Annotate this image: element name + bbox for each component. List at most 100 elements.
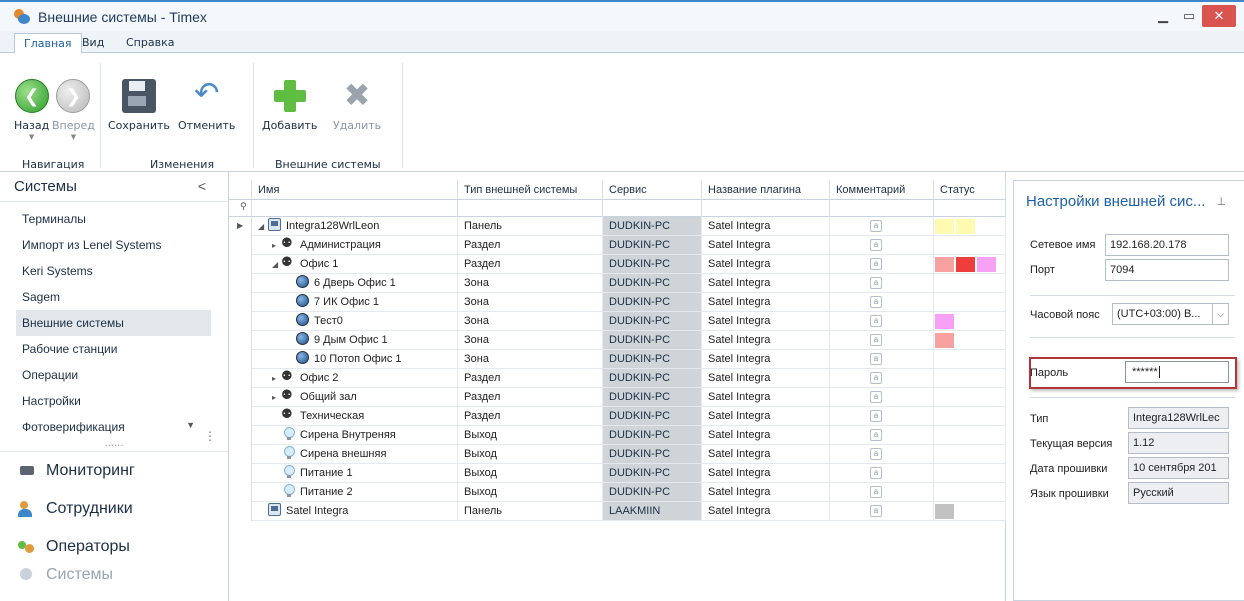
back-dropdown-icon[interactable]: ▼ bbox=[14, 133, 49, 141]
port-field[interactable]: 7094 bbox=[1105, 259, 1229, 281]
cell-type[interactable]: Выход bbox=[458, 426, 603, 445]
cell-service[interactable]: DUDKIN-PC bbox=[603, 274, 702, 293]
back-button[interactable]: ❮ Назад ▼ bbox=[14, 79, 49, 141]
column-name[interactable]: Имя bbox=[252, 180, 458, 200]
cell-comment[interactable]: a bbox=[830, 350, 934, 369]
cell-type[interactable]: Зона bbox=[458, 293, 603, 312]
row-indicator[interactable] bbox=[229, 312, 252, 331]
table-row[interactable]: Питание 2 Выход DUDKIN-PC Satel Integra a bbox=[229, 483, 1006, 502]
table-row[interactable]: ▸АдминистрацияРазделDUDKIN-PCSatel Integ… bbox=[229, 236, 1006, 255]
cell-name[interactable]: ▸Общий зал bbox=[252, 388, 458, 407]
row-indicator[interactable] bbox=[229, 274, 252, 293]
nav-item-terminals[interactable]: Терминалы bbox=[16, 206, 211, 232]
cell-name[interactable]: Сирена Внутреняя bbox=[252, 426, 458, 445]
chevron-down-icon[interactable]: ⌵ bbox=[1212, 304, 1228, 324]
close-icon[interactable]: ✕ bbox=[1202, 5, 1236, 27]
table-row[interactable]: 7 ИК Офис 1 Зона DUDKIN-PC Satel Integra a bbox=[229, 293, 1006, 312]
cell-type[interactable]: Зона bbox=[458, 312, 603, 331]
row-indicator[interactable] bbox=[229, 502, 252, 521]
cell-type[interactable]: Раздел bbox=[458, 369, 603, 388]
comment-edit-icon[interactable]: a bbox=[870, 410, 882, 422]
cell-plugin[interactable]: Satel Integra bbox=[702, 331, 830, 350]
cell-comment[interactable]: a bbox=[830, 426, 934, 445]
tab-home[interactable]: Главная bbox=[14, 33, 82, 53]
minimize-icon[interactable]: ▁ bbox=[1150, 5, 1176, 27]
table-row[interactable]: Satel Integra Панель LAAKMIIN Satel Integra… bbox=[229, 502, 1006, 521]
cell-service[interactable]: DUDKIN-PC bbox=[603, 407, 702, 426]
cell-name[interactable]: ◢Офис 1 bbox=[252, 255, 458, 274]
comment-edit-icon[interactable]: a bbox=[870, 315, 882, 327]
comment-edit-icon[interactable]: a bbox=[870, 429, 882, 441]
comment-edit-icon[interactable]: a bbox=[870, 486, 882, 498]
tab-help[interactable]: Справка bbox=[117, 33, 183, 53]
row-indicator[interactable] bbox=[229, 483, 252, 502]
cell-type[interactable]: Выход bbox=[458, 483, 603, 502]
cell-type[interactable]: Выход bbox=[458, 445, 603, 464]
row-indicator[interactable] bbox=[229, 236, 252, 255]
cell-comment[interactable]: a bbox=[830, 388, 934, 407]
cell-plugin[interactable]: Satel Integra bbox=[702, 388, 830, 407]
comment-edit-icon[interactable]: a bbox=[870, 239, 882, 251]
cell-plugin[interactable]: Satel Integra bbox=[702, 407, 830, 426]
collapse-chevron-icon[interactable]: < bbox=[198, 178, 206, 194]
cell-type[interactable]: Зона bbox=[458, 331, 603, 350]
row-indicator[interactable] bbox=[229, 331, 252, 350]
row-indicator[interactable] bbox=[229, 255, 252, 274]
row-indicator[interactable] bbox=[229, 293, 252, 312]
comment-edit-icon[interactable]: a bbox=[870, 277, 882, 289]
cell-plugin[interactable]: Satel Integra bbox=[702, 445, 830, 464]
table-row[interactable]: Техническая РазделDUDKIN-PCSatel Integra a bbox=[229, 407, 1006, 426]
cell-name[interactable]: Satel Integra bbox=[252, 502, 458, 521]
nav-item-sagem[interactable]: Sagem bbox=[16, 284, 211, 310]
cell-name[interactable]: 9 Дым Офис 1 bbox=[252, 331, 458, 350]
cell-name[interactable]: Тест0 bbox=[252, 312, 458, 331]
cell-type[interactable]: Раздел bbox=[458, 255, 603, 274]
cell-name[interactable]: ▸Офис 2 bbox=[252, 369, 458, 388]
row-indicator[interactable] bbox=[229, 350, 252, 369]
cell-service[interactable]: DUDKIN-PC bbox=[603, 388, 702, 407]
comment-edit-icon[interactable]: a bbox=[870, 467, 882, 479]
filter-cell-plugin[interactable] bbox=[702, 200, 830, 217]
cell-service[interactable]: DUDKIN-PC bbox=[603, 350, 702, 369]
nav-item-settings[interactable]: Настройки bbox=[16, 388, 211, 414]
cell-name[interactable]: Техническая bbox=[252, 407, 458, 426]
cell-comment[interactable]: a bbox=[830, 464, 934, 483]
cell-comment[interactable]: a bbox=[830, 236, 934, 255]
nav-item-workstations[interactable]: Рабочие станции bbox=[16, 336, 211, 362]
add-button[interactable]: Добавить bbox=[262, 79, 317, 132]
cell-name[interactable]: Сирена внешняя bbox=[252, 445, 458, 464]
tree-expander-icon[interactable]: ◢ bbox=[258, 218, 268, 235]
nav-splitter[interactable]: ...... ⋮ bbox=[0, 430, 228, 452]
table-row[interactable]: Сирена Внутреняя Выход DUDKIN-PC Satel Inte… bbox=[229, 426, 1006, 445]
comment-edit-icon[interactable]: a bbox=[870, 220, 882, 232]
table-row[interactable]: Сирена внешняя Выход DUDKIN-PC Satel Integr… bbox=[229, 445, 1006, 464]
table-row[interactable]: 6 Дверь Офис 1 Зона DUDKIN-PC Satel Integra… bbox=[229, 274, 1006, 293]
cell-name[interactable]: Питание 1 bbox=[252, 464, 458, 483]
cell-plugin[interactable]: Satel Integra bbox=[702, 426, 830, 445]
cell-name[interactable]: ▸Администрация bbox=[252, 236, 458, 255]
filter-cell-comment[interactable] bbox=[830, 200, 934, 217]
cell-comment[interactable]: a bbox=[830, 331, 934, 350]
comment-edit-icon[interactable]: a bbox=[870, 391, 882, 403]
cell-plugin[interactable]: Satel Integra bbox=[702, 350, 830, 369]
cell-comment[interactable]: a bbox=[830, 255, 934, 274]
filter-cell-name[interactable] bbox=[252, 200, 458, 217]
section-systems[interactable]: Системы bbox=[0, 566, 228, 586]
filter-cell-type[interactable] bbox=[458, 200, 603, 217]
cell-service[interactable]: DUDKIN-PC bbox=[603, 483, 702, 502]
cell-comment[interactable]: a bbox=[830, 293, 934, 312]
row-indicator[interactable] bbox=[229, 445, 252, 464]
nav-item-keri-systems[interactable]: Keri Systems bbox=[16, 258, 211, 284]
cell-plugin[interactable]: Satel Integra bbox=[702, 274, 830, 293]
comment-edit-icon[interactable]: a bbox=[870, 334, 882, 346]
comment-edit-icon[interactable]: a bbox=[870, 448, 882, 460]
cell-comment[interactable]: a bbox=[830, 483, 934, 502]
cell-comment[interactable]: a bbox=[830, 407, 934, 426]
cell-name[interactable]: 10 Потоп Офис 1 bbox=[252, 350, 458, 369]
network-name-field[interactable]: 192.168.20.178 bbox=[1105, 234, 1229, 256]
cell-comment[interactable]: a bbox=[830, 312, 934, 331]
row-indicator[interactable] bbox=[229, 369, 252, 388]
undo-button[interactable]: ↶ Отменить bbox=[178, 79, 235, 133]
cell-service[interactable]: DUDKIN-PC bbox=[603, 312, 702, 331]
forward-button[interactable]: ❯ Вперед ▼ bbox=[52, 79, 95, 141]
